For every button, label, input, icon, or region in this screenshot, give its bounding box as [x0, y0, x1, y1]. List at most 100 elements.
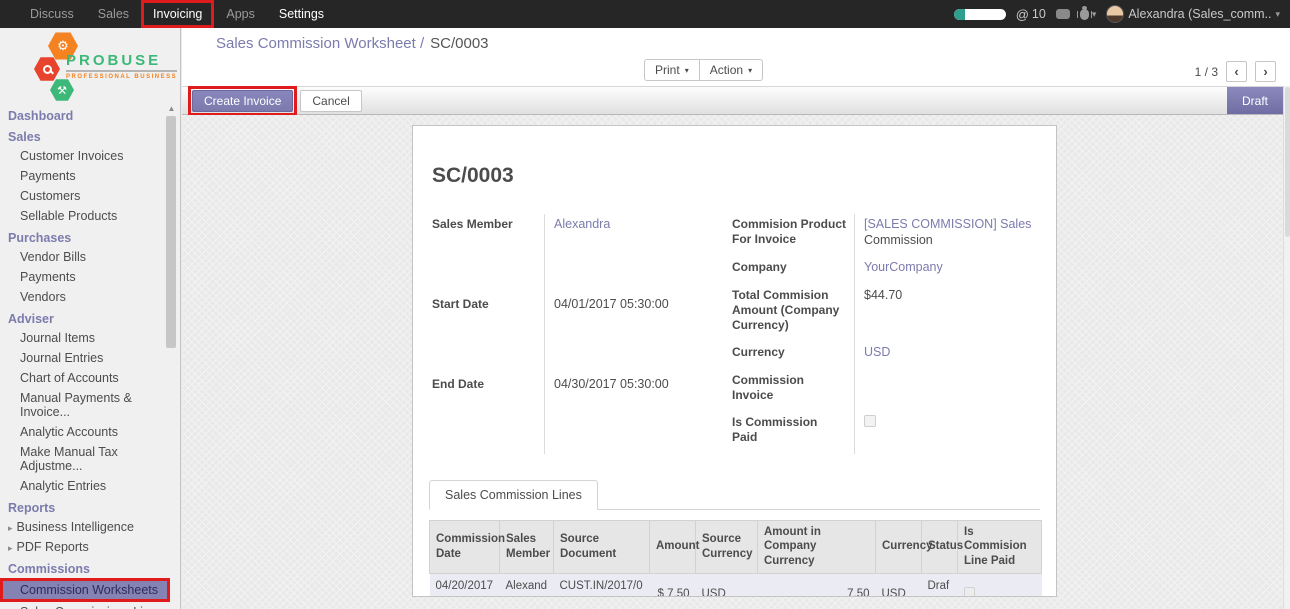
breadcrumb-parent-link[interactable]: Sales Commission Worksheet / — [216, 35, 424, 52]
sidebar-item-manual-payments[interactable]: Manual Payments & Invoice... — [0, 388, 180, 422]
col-source-document: Source Document — [554, 520, 650, 574]
field-label-start-date: Start Date — [432, 294, 544, 374]
sidebar-item-pdf-reports[interactable]: ▸PDF Reports — [0, 537, 180, 557]
menu-settings[interactable]: Settings — [267, 0, 336, 28]
breadcrumb-current: SC/0003 — [430, 35, 488, 52]
table-row[interactable]: 04/20/2017 05:30:00 Alexandra CUST.IN/20… — [430, 574, 1042, 597]
sidebar-section-reports[interactable]: Reports — [0, 496, 180, 517]
sidebar-item-journal-entries[interactable]: Journal Entries — [0, 348, 180, 368]
sidebar-item-customers[interactable]: Customers — [0, 186, 180, 206]
form-statusbar: Create Invoice Cancel Draft — [182, 86, 1283, 115]
field-label-total-commission: Total Commision Amount (Company Currency… — [732, 285, 854, 342]
notebook-tabs: Sales Commission Lines — [429, 480, 1040, 510]
expand-arrow-icon: ▸ — [8, 523, 13, 533]
print-button[interactable]: Print ▾ — [644, 59, 700, 81]
chevron-down-icon: ▾ — [748, 66, 752, 75]
at-icon: @ — [1016, 7, 1029, 22]
sidebar-menu: Dashboard Sales Customer Invoices Paymen… — [0, 102, 180, 609]
cell-doc: CUST.IN/2017/0001 — [554, 574, 650, 597]
sidebar-item-customer-invoices[interactable]: Customer Invoices — [0, 146, 180, 166]
mention-counter[interactable]: @ 10 — [1016, 7, 1046, 22]
tab-sales-commission-lines[interactable]: Sales Commission Lines — [429, 480, 598, 510]
field-label-company: Company — [732, 257, 854, 285]
cell-source-currency: USD — [696, 574, 758, 597]
start-date-value: 04/01/2017 05:30:00 — [544, 294, 720, 374]
form-right-group: Commision Product For Invoice [SALES COM… — [732, 214, 1037, 454]
field-label-is-commission-paid: Is Commission Paid — [732, 412, 854, 454]
commission-product-rest: Commission — [864, 233, 933, 247]
cell-date: 04/20/2017 05:30:00 — [430, 574, 500, 597]
menu-sales[interactable]: Sales — [86, 0, 141, 28]
chat-bubble-icon[interactable] — [1056, 9, 1070, 19]
highlight-box: Create Invoice — [188, 86, 297, 116]
sidebar-section-adviser[interactable]: Adviser — [0, 307, 180, 328]
pager-next-button[interactable]: › — [1255, 61, 1276, 82]
cancel-button[interactable]: Cancel — [300, 90, 361, 112]
scrollbar-thumb[interactable] — [1285, 87, 1290, 237]
action-button[interactable]: Action ▾ — [699, 59, 763, 81]
field-label-sales-member: Sales Member — [432, 214, 544, 294]
avatar — [1106, 5, 1124, 23]
cell-paid — [958, 574, 1042, 597]
pager-counter: 1 / 3 — [1195, 65, 1218, 79]
scrollbar-thumb[interactable] — [166, 116, 176, 348]
is-commission-paid-checkbox[interactable] — [864, 415, 876, 427]
sidebar-item-sellable-products[interactable]: Sellable Products — [0, 206, 180, 226]
chevron-down-icon: ▾ — [685, 66, 689, 75]
bug-icon — [1080, 9, 1089, 20]
end-date-value: 04/30/2017 05:30:00 — [544, 374, 720, 454]
expand-arrow-icon: ▸ — [8, 543, 13, 553]
cell-amount: $ 7.50 — [650, 574, 696, 597]
logo-subtitle: PROFESSIONAL BUSINESS — [66, 74, 177, 80]
form-sheet: SC/0003 Sales Member Alexandra Start Dat… — [412, 125, 1057, 597]
sidebar-item-journal-items[interactable]: Journal Items — [0, 328, 180, 348]
col-is-commission-line-paid: Is Commision Line Paid — [958, 520, 1042, 574]
sidebar-item-payments[interactable]: Payments — [0, 166, 180, 186]
sidebar-item-tax-adjustments[interactable]: Make Manual Tax Adjustme... — [0, 442, 180, 476]
sidebar-scrollbar[interactable]: ▲ — [166, 104, 177, 609]
sidebar-section-commissions[interactable]: Commissions — [0, 557, 180, 578]
sidebar-item-chart-of-accounts[interactable]: Chart of Accounts — [0, 368, 180, 388]
scroll-up-icon[interactable]: ▲ — [166, 104, 177, 113]
col-amount-company-currency: Amount in Company Currency — [758, 520, 876, 574]
activity-progress-pill — [954, 9, 1006, 20]
sidebar-item-business-intelligence[interactable]: ▸Business Intelligence — [0, 517, 180, 537]
sidebar-item-commission-worksheets[interactable]: Commission Worksheets — [0, 578, 170, 602]
line-paid-checkbox[interactable] — [964, 587, 975, 597]
sales-member-link[interactable]: Alexandra — [554, 217, 610, 231]
debug-menu[interactable]: ▾ — [1080, 9, 1097, 20]
col-sales-member: Sales Member — [500, 520, 554, 574]
currency-link[interactable]: USD — [864, 345, 890, 359]
form-view-background: SC/0003 Sales Member Alexandra Start Dat… — [182, 115, 1290, 609]
col-commission-date: Commission Date — [430, 520, 500, 574]
menu-invoicing[interactable]: Invoicing — [141, 0, 214, 28]
sidebar-item-analytic-accounts[interactable]: Analytic Accounts — [0, 422, 180, 442]
breadcrumb: Sales Commission Worksheet / SC/0003 — [182, 28, 1290, 58]
user-menu[interactable]: Alexandra (Sales_comm.. ▾ — [1106, 5, 1280, 23]
sidebar-item-dashboard[interactable]: Dashboard — [0, 104, 180, 125]
sidebar-section-purchases[interactable]: Purchases — [0, 226, 180, 247]
sidebar-item-analytic-entries[interactable]: Analytic Entries — [0, 476, 180, 496]
main-area: Sales Commission Worksheet / SC/0003 Pri… — [182, 28, 1290, 609]
sidebar-item-vendors[interactable]: Vendors — [0, 287, 180, 307]
commission-product-link[interactable]: [SALES COMMISSION] Sales — [864, 217, 1031, 231]
cell-member: Alexandra — [500, 574, 554, 597]
create-invoice-button[interactable]: Create Invoice — [192, 90, 293, 112]
sidebar-item-payments-purchase[interactable]: Payments — [0, 267, 180, 287]
col-currency: Currency — [876, 520, 922, 574]
page-scrollbar[interactable] — [1283, 86, 1290, 609]
pager-previous-button[interactable]: ‹ — [1226, 61, 1247, 82]
form-left-group: Sales Member Alexandra Start Date 04/01/… — [432, 214, 720, 454]
menu-apps[interactable]: Apps — [214, 0, 267, 28]
sidebar-section-sales[interactable]: Sales — [0, 125, 180, 146]
field-label-commission-invoice: Commission Invoice — [732, 370, 854, 412]
mention-count: 10 — [1032, 7, 1046, 21]
company-link[interactable]: YourCompany — [864, 260, 943, 274]
sidebar-item-sales-commissions-lines[interactable]: Sales Commissions Lines — [0, 602, 180, 609]
menu-discuss[interactable]: Discuss — [18, 0, 86, 28]
sidebar-item-vendor-bills[interactable]: Vendor Bills — [0, 247, 180, 267]
field-label-end-date: End Date — [432, 374, 544, 454]
logo-tools-hexagon: ⚒ — [50, 78, 74, 102]
toolbar: Print ▾ Action ▾ 1 / 3 ‹ › — [182, 58, 1290, 86]
logo-magnifier-hexagon — [34, 56, 60, 82]
